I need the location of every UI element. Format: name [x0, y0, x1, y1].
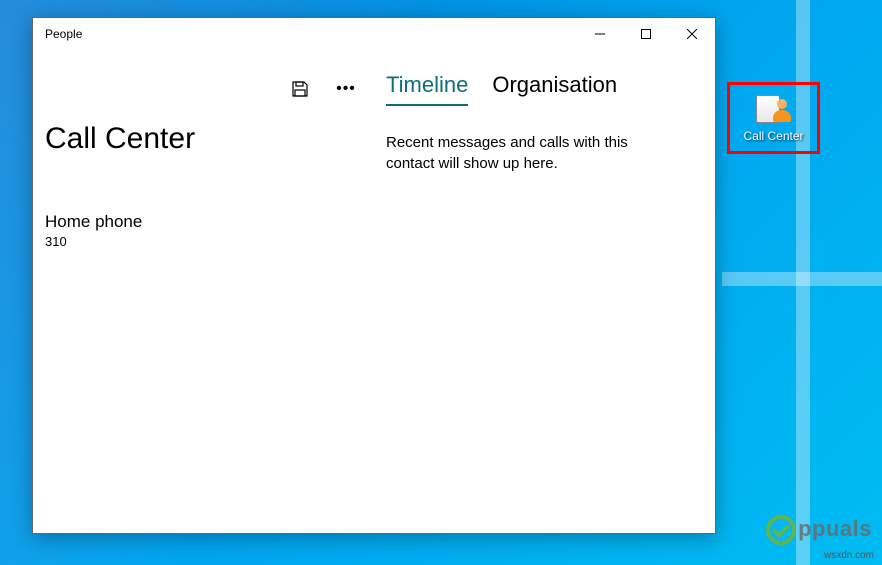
tab-organisation[interactable]: Organisation	[492, 72, 617, 106]
save-icon	[291, 80, 309, 98]
watermark-logo: ppuals	[766, 515, 872, 545]
more-button[interactable]: •••	[334, 77, 358, 101]
maximize-button[interactable]	[623, 18, 669, 50]
shortcut-label: Call Center	[743, 129, 803, 143]
timeline-empty-message: Recent messages and calls with this cont…	[386, 132, 676, 174]
checkmark-icon	[766, 515, 796, 545]
contact-field: Home phone 310	[45, 212, 364, 249]
close-button[interactable]	[669, 18, 715, 50]
desktop-shortcut-call-center[interactable]: Call Center	[727, 82, 820, 154]
window-controls	[577, 18, 715, 50]
contact-toolbar: •••	[45, 70, 364, 108]
content-area: ••• Call Center Home phone 310 Timeline …	[33, 50, 715, 533]
tab-timeline[interactable]: Timeline	[386, 72, 468, 106]
window-title: People	[45, 27, 82, 41]
activity-pane: Timeline Organisation Recent messages an…	[376, 70, 715, 533]
watermark-text: wsxdn.com	[824, 550, 874, 561]
contact-details-pane: ••• Call Center Home phone 310	[33, 70, 376, 533]
tab-bar: Timeline Organisation	[386, 72, 703, 106]
field-label: Home phone	[45, 212, 364, 232]
contact-file-icon	[756, 93, 792, 125]
titlebar[interactable]: People	[33, 18, 715, 50]
ellipsis-icon: •••	[336, 81, 356, 97]
field-value[interactable]: 310	[45, 234, 364, 249]
minimize-button[interactable]	[577, 18, 623, 50]
contact-name: Call Center	[45, 122, 364, 156]
save-button[interactable]	[288, 77, 312, 101]
people-app-window: People	[32, 17, 716, 534]
